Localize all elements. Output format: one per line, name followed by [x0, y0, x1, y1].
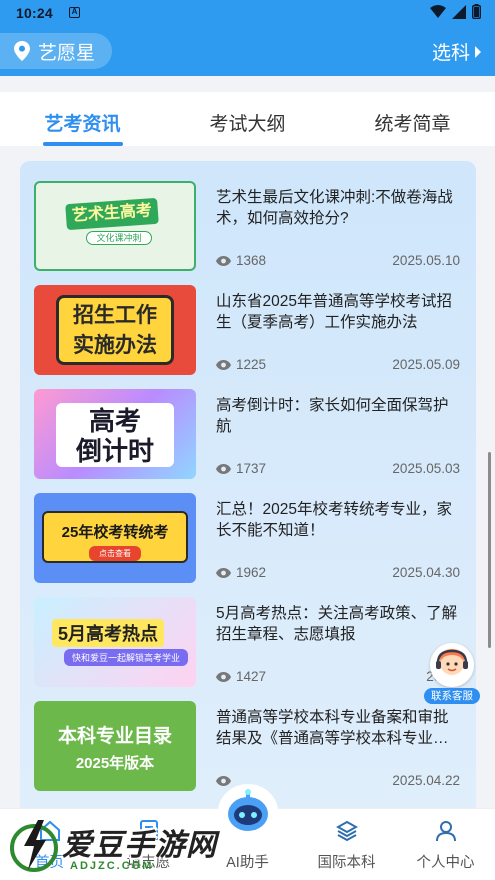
nav-international-bachelor-label: 国际本科: [317, 855, 376, 871]
article-date: 2025.04.22: [392, 773, 460, 788]
battery-icon: [472, 4, 481, 19]
article-thumbnail: 5月高考热点 快和爱豆一起解锁高考学业: [34, 597, 196, 687]
status-time: 10:24: [16, 5, 53, 21]
article-title: 普通高等学校本科专业备案和审批结果及《普通高等学校本科专业目录》: [216, 709, 449, 747]
thumbnail-subtitle: 倒计时: [75, 436, 154, 466]
eye-icon: [216, 359, 231, 370]
watermark-logo-icon: [10, 820, 58, 872]
article-thumbnail: 艺术生高考 文化课冲刺: [34, 181, 196, 271]
thumbnail-title: 25年校考转统考: [61, 524, 169, 541]
thumbnail-subtitle: 文化课冲刺: [86, 231, 152, 245]
agent-avatar-icon: [430, 643, 474, 687]
status-icons: [430, 4, 481, 19]
article-thumbnail: 招生工作 实施办法: [34, 285, 196, 375]
wifi-icon: [430, 4, 446, 18]
category-tabs: 艺考资讯 考试大纲 统考简章: [0, 92, 495, 146]
nav-profile[interactable]: 个人中心: [396, 809, 495, 880]
article-title: 5月高考热点：关注高考政策、了解招生章程、志愿填报: [216, 605, 458, 643]
article-item[interactable]: 高考 倒计时 高考倒计时：家长如何全面保驾护航 1737 2025.05.03: [20, 369, 476, 479]
article-thumbnail: 本科专业目录 2025年版本: [34, 701, 196, 791]
user-icon: [435, 821, 456, 842]
location-pin-icon: [14, 41, 30, 61]
location-selector[interactable]: 艺愿星: [0, 33, 112, 69]
eye-icon: [216, 463, 231, 474]
article-thumbnail: 高考 倒计时: [34, 389, 196, 479]
article-item[interactable]: 艺术生高考 文化课冲刺 艺术生最后文化课冲刺:不做卷海战术，如何高效抢分? 13…: [20, 161, 476, 271]
select-subject-label: 选科: [431, 43, 470, 64]
nav-international-bachelor[interactable]: 国际本科: [297, 809, 396, 880]
thumbnail-title: 5月高考热点: [52, 619, 165, 647]
thumbnail-title: 本科专业目录: [57, 726, 172, 747]
customer-service-button[interactable]: 联系客服: [424, 643, 480, 705]
article-item[interactable]: 本科专业目录 2025年版本 普通高等学校本科专业备案和审批结果及《普通高等学校本…: [20, 681, 476, 791]
article-item[interactable]: 5月高考热点 快和爱豆一起解锁高考学业 5月高考热点：关注高考政策、了解招生章程…: [20, 577, 476, 687]
article-title: 高考倒计时：家长如何全面保驾护航: [216, 397, 449, 435]
thumbnail-title: 高考: [88, 406, 141, 436]
status-bar: 10:24 A: [0, 0, 495, 26]
eye-icon: [216, 255, 231, 266]
scrollbar[interactable]: [488, 452, 491, 648]
watermark: 爱豆手游网 ADJZC.COM: [8, 812, 248, 876]
app-header: 10:24 A 艺愿星 选科: [0, 0, 495, 76]
thumbnail-title: 招生工作: [73, 304, 157, 327]
watermark-text: 爱豆手游网: [62, 829, 217, 862]
article-thumbnail: 25年校考转统考 点击查看: [34, 493, 196, 583]
thumbnail-title: 艺术生高考: [65, 197, 159, 231]
thumbnail-subtitle: 2025年版本: [75, 755, 155, 772]
location-label: 艺愿星: [38, 42, 96, 64]
notification-icon: A: [69, 7, 80, 18]
nav-profile-label: 个人中心: [416, 855, 475, 871]
eye-icon: [216, 567, 231, 578]
watermark-url: ADJZC.COM: [70, 860, 154, 872]
eye-icon: [216, 775, 231, 786]
article-item[interactable]: 25年校考转统考 点击查看 汇总！2025年校考转统考专业，家长不能不知道！ 19…: [20, 473, 476, 583]
tab-exam-brochure[interactable]: 统考简章: [330, 92, 495, 146]
thumbnail-subtitle: 实施办法: [73, 334, 157, 357]
thumbnail-subtitle: 点击查看: [89, 546, 141, 561]
article-list: 艺术生高考 文化课冲刺 艺术生最后文化课冲刺:不做卷海战术，如何高效抢分? 13…: [20, 161, 476, 821]
select-subject-button[interactable]: 选科: [432, 38, 482, 65]
layers-icon: [335, 820, 358, 842]
article-title: 艺术生最后文化课冲刺:不做卷海战术，如何高效抢分?: [216, 189, 453, 227]
tab-art-exam-news[interactable]: 艺考资讯: [0, 92, 165, 146]
article-title: 汇总！2025年校考转统考专业，家长不能不知道！: [216, 501, 452, 539]
tab-exam-syllabus[interactable]: 考试大纲: [165, 92, 330, 146]
signal-icon: [452, 4, 466, 19]
chevron-right-icon: [475, 45, 481, 58]
thumbnail-subtitle: 快和爱豆一起解锁高考学业: [64, 649, 189, 666]
article-title: 山东省2025年普通高等学校考试招生（夏季高考）工作实施办法: [216, 293, 452, 331]
article-item[interactable]: 招生工作 实施办法 山东省2025年普通高等学校考试招生（夏季高考）工作实施办法 …: [20, 265, 476, 375]
eye-icon: [216, 671, 231, 682]
customer-service-label: 联系客服: [424, 688, 480, 704]
